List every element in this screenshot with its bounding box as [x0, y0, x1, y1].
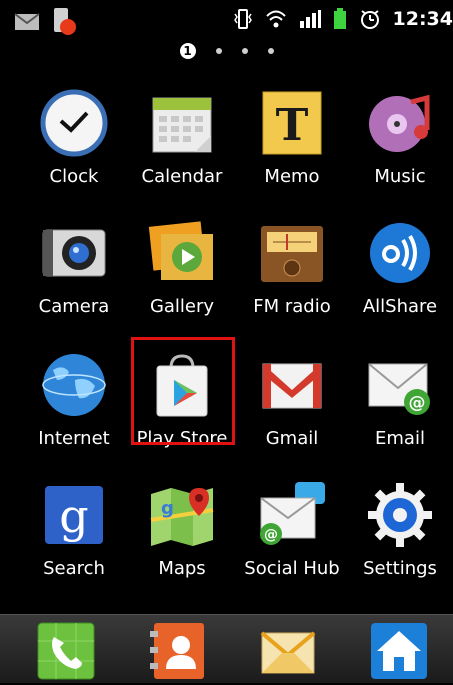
app-label: Gallery [149, 296, 215, 317]
svg-text:g: g [59, 489, 88, 543]
app-label: Clock [49, 166, 99, 187]
allshare-icon [370, 223, 430, 283]
app-label: Social Hub [244, 558, 340, 579]
gmail-icon [262, 363, 322, 409]
app-camera[interactable]: Camera [19, 218, 129, 317]
alarm-icon [360, 10, 379, 29]
clock-icon [40, 89, 108, 157]
status-time: 12:34 [392, 8, 453, 30]
app-music[interactable]: Music [345, 88, 453, 187]
app-label: AllShare [362, 296, 438, 317]
page-dot[interactable] [267, 48, 274, 54]
svg-text:T: T [276, 100, 309, 151]
status-bar: 12:34 [0, 0, 453, 40]
email-icon: @ [368, 363, 430, 415]
contacts-icon [150, 623, 204, 679]
app-label: Email [375, 428, 425, 449]
page-dot[interactable] [215, 48, 222, 54]
svg-text:@: @ [409, 393, 426, 413]
dock-phone[interactable] [36, 621, 96, 681]
home-icon [371, 623, 427, 679]
app-memo[interactable]: T Memo [237, 88, 347, 187]
wifi-icon [265, 10, 286, 28]
app-label: Internet [38, 428, 110, 449]
page-dot[interactable] [241, 48, 248, 54]
app-social-hub[interactable]: @ Social Hub [237, 480, 347, 579]
battery-icon [333, 8, 346, 29]
app-label: Camera [38, 296, 110, 317]
app-gmail[interactable]: Gmail [237, 350, 347, 449]
app-label: Maps [158, 558, 206, 579]
dock-messaging[interactable] [258, 621, 318, 681]
app-email[interactable]: @ Email [345, 350, 453, 449]
signal-icon [299, 10, 321, 28]
mail-icon [14, 13, 40, 30]
app-clock[interactable]: Clock [19, 88, 129, 187]
app-label: Calendar [141, 166, 223, 187]
svg-text:@: @ [264, 527, 278, 543]
app-gallery[interactable]: Gallery [127, 218, 237, 317]
app-search[interactable]: g Search [19, 480, 129, 579]
vibrate-icon [233, 9, 252, 29]
app-maps[interactable]: g Maps [127, 480, 237, 579]
current-page-indicator[interactable]: 1 [179, 43, 196, 59]
app-allshare[interactable]: AllShare [345, 218, 453, 317]
dock-home[interactable] [369, 621, 429, 681]
memo-icon: T [262, 91, 322, 155]
settings-gear-icon [368, 483, 432, 547]
maps-icon: g [150, 488, 214, 546]
app-label: Gmail [265, 428, 319, 449]
app-label: Settings [363, 558, 437, 579]
app-label: Music [374, 166, 426, 187]
gallery-icon [148, 221, 213, 280]
app-internet[interactable]: Internet [19, 350, 129, 449]
messaging-icon [260, 631, 316, 674]
svg-text:g: g [161, 498, 174, 519]
search-g-icon: g [45, 486, 103, 544]
music-icon [369, 94, 430, 152]
app-label: FM radio [253, 296, 331, 317]
app-fm-radio[interactable]: FM radio [237, 218, 347, 317]
fm-radio-icon [261, 226, 323, 282]
app-settings[interactable]: Settings [345, 480, 453, 579]
social-hub-icon: @ [260, 482, 325, 545]
notification-app-icon [54, 8, 76, 35]
app-calendar[interactable]: Calendar [127, 88, 237, 187]
internet-globe-icon [42, 354, 106, 416]
calendar-icon [152, 97, 212, 153]
camera-icon [42, 229, 106, 277]
dock-contacts[interactable] [148, 621, 208, 681]
dock [0, 614, 453, 683]
page-indicator[interactable]: 1 [0, 43, 453, 59]
phone-icon [37, 622, 95, 680]
app-label: Memo [264, 166, 320, 187]
app-label: Search [43, 558, 105, 579]
highlight-box [131, 337, 235, 445]
